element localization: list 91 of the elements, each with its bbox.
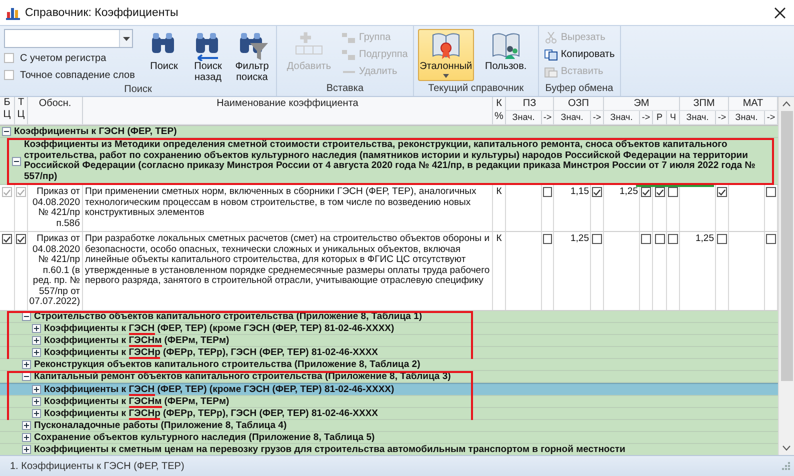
- expand-icon[interactable]: [22, 444, 31, 454]
- column-header[interactable]: ->: [591, 111, 604, 125]
- expand-icon[interactable]: [22, 432, 31, 442]
- collapse-icon[interactable]: [12, 156, 21, 166]
- column-group-header: ЭМ: [604, 97, 680, 111]
- column-group-header: ЗПМ: [680, 97, 729, 111]
- column-header[interactable]: Знач.: [604, 111, 640, 125]
- expand-icon[interactable]: [32, 348, 41, 356]
- app-icon: [6, 6, 20, 20]
- table-cell: К: [496, 233, 502, 244]
- dropdown-icon[interactable]: [122, 36, 130, 40]
- collapse-icon[interactable]: [22, 312, 31, 320]
- table-cell: Приказ от 04.08.2020 № 421/пр п.60.1 (в ред. пр. № 557/пр от 07.07.2022): [29, 233, 80, 307]
- checkbox[interactable]: [543, 234, 552, 244]
- tree-row[interactable]: Коэффициенты к сметным ценам на перевозку грузов для строительства автомобильным транспортом в горной местности: [0, 444, 778, 455]
- checkbox[interactable]: [668, 234, 678, 244]
- scroll-down-icon[interactable]: [782, 445, 791, 451]
- checkbox[interactable]: [654, 234, 664, 244]
- tree-row[interactable]: Коэффициенты из Методики определения сметной стоимости строительства, реконструкции, капитального ремонта, сноса объектов капитального строительства, работ по сохранению объектов культурного наследия (памятников истории и культуры) народов Российской Федерации на территории Российской Федерации (согласно приказу Минстроя России от 4 августа 2020 года № 421/пр, в редакции приказа Минстроя России от 7 июля 2022 года № 557/пр): [0, 138, 778, 185]
- column-header[interactable]: К %: [493, 97, 506, 125]
- checkbox[interactable]: [641, 234, 651, 244]
- checkbox[interactable]: [766, 234, 776, 244]
- group-label: Поиск: [123, 84, 153, 96]
- tree-row[interactable]: Коэффициенты к ГЭСН (ФЕР, ТЕР): [0, 126, 778, 138]
- tree-row[interactable]: Коэффициенты к ГЭСНм (ФЕРм, ТЕРм): [0, 396, 778, 408]
- collapse-icon[interactable]: [2, 127, 11, 136]
- status-text: 1. Коэффициенты к ГЭСН (ФЕР, ТЕР): [10, 460, 184, 472]
- column-header[interactable]: Б Ц: [0, 97, 15, 125]
- table-cell: 1,25: [570, 233, 589, 244]
- close-icon[interactable]: [774, 6, 786, 18]
- column-header[interactable]: Обосн.: [28, 97, 83, 125]
- column-header[interactable]: ->: [716, 111, 729, 125]
- reference-book-button[interactable]: Эталонный: [418, 29, 474, 81]
- expand-icon[interactable]: [22, 420, 31, 430]
- collapse-icon[interactable]: [22, 372, 31, 380]
- tree-row[interactable]: Пусконаладочные работы (Приложение 8, Таблица 4): [0, 420, 778, 432]
- expand-icon[interactable]: [32, 336, 41, 344]
- window-title: Справочник: Коэффициенты: [25, 6, 178, 18]
- column-group-header: ОЗП: [554, 97, 604, 111]
- group-label: Текущий справочник: [427, 83, 525, 96]
- copy-icon[interactable]: [544, 48, 558, 60]
- expand-icon[interactable]: [32, 384, 41, 394]
- option-checkbox[interactable]: Точное совпадение слов: [4, 68, 140, 82]
- option-checkbox[interactable]: С учетом регистра: [4, 51, 140, 65]
- table-cell: К: [496, 186, 502, 197]
- column-group-header: ПЗ: [506, 97, 554, 111]
- column-header[interactable]: Знач.: [506, 111, 542, 125]
- checkbox[interactable]: [592, 234, 602, 244]
- column-header[interactable]: Р: [653, 111, 667, 125]
- book-ribbon-icon[interactable]: [430, 31, 462, 61]
- checkbox[interactable]: [16, 234, 26, 244]
- column-header[interactable]: Наименование коэффициента: [83, 97, 493, 125]
- tree-row[interactable]: Коэффициенты к ГЭСНр (ФЕРр, ТЕРр), ГЭСН (ФЕР, ТЕР) 81-02-46-XXXX: [0, 408, 778, 420]
- column-header[interactable]: Т Ц: [15, 97, 28, 125]
- tree-row[interactable]: Коэффициенты к ГЭСН (ФЕР, ТЕР) (кроме ГЭСН (ФЕР, ТЕР) 81-02-46-XXXX): [0, 382, 778, 396]
- column-header[interactable]: ->: [640, 111, 653, 125]
- column-header[interactable]: Знач.: [680, 111, 716, 125]
- table-cell: 1,25: [696, 233, 714, 244]
- column-header[interactable]: Знач.: [729, 111, 765, 125]
- table-cell: Приказ от 04.08.2020 № 421/пр п.58б: [32, 186, 80, 228]
- group-label: Вставка: [325, 83, 365, 96]
- column-header[interactable]: ->: [542, 111, 554, 125]
- tree-row[interactable]: Коэффициенты к ГЭСН (ФЕР, ТЕР) (кроме ГЭСН (ФЕР, ТЕР) 81-02-46-XXXX): [0, 322, 778, 334]
- user-book-button[interactable]: Пользов.: [478, 29, 534, 81]
- tree-row[interactable]: Коэффициенты к ГЭСНм (ФЕРм, ТЕРм): [0, 334, 778, 346]
- caret-icon[interactable]: [442, 74, 449, 78]
- expand-icon[interactable]: [32, 396, 41, 406]
- resize-grip-icon[interactable]: [782, 462, 790, 470]
- table-cell: При применении сметных норм, включенных в сборники ГЭСН (ФЕР, ТЕР), аналогичных технологическим процессам в новом строительстве, в том числе по возведению новых конструктивных элементов: [85, 186, 476, 218]
- table-cell: 1,25: [620, 186, 638, 197]
- checkbox[interactable]: [2, 234, 12, 244]
- scrollbar-thumb[interactable]: [780, 111, 792, 381]
- tree-row[interactable]: Реконструкция объектов капитального строительства (Приложение 8, Таблица 2): [0, 358, 778, 370]
- expand-icon[interactable]: [22, 360, 31, 368]
- tree-row[interactable]: Коэффициенты к ГЭСНр (ФЕРр, ТЕРр), ГЭСН (ФЕР, ТЕР) 81-02-46-XXXX: [0, 346, 778, 358]
- expand-icon[interactable]: [32, 324, 41, 332]
- scroll-up-icon[interactable]: [782, 101, 791, 107]
- table-cell: 1,15: [570, 186, 589, 197]
- column-header[interactable]: Ч: [667, 111, 680, 125]
- checkbox[interactable]: [717, 234, 727, 244]
- expand-icon[interactable]: [32, 408, 41, 418]
- search-button[interactable]: Поиск: [144, 29, 184, 73]
- column-header[interactable]: Знач.: [554, 111, 591, 125]
- search-filter-button[interactable]: Фильтр поиска: [232, 29, 272, 84]
- scrollbar[interactable]: [778, 97, 794, 455]
- group-label: Буфер обмена: [544, 83, 614, 96]
- table-cell: При разработке локальных сметных расчетов (смет) на строительство объектов обороны и безопасности, особо опасных, технически сложных и уникальных объектов, включая линейные объекты капитального строительства, для которых в ФГИС ЦС отсутствуют утвержденные в установленном порядке среднемесячные размеры оплаты труда рабочего первого разряда, занятого в строительной отрасли, учитывающие отраслевую специфику: [85, 233, 490, 286]
- tree-row[interactable]: Сохранение объектов культурного наследия (Приложение 8, Таблица 5): [0, 432, 778, 444]
- search-back-button[interactable]: Поиск назад: [188, 29, 228, 84]
- book-people-icon[interactable]: [490, 31, 522, 61]
- copy-button[interactable]: Копировать: [542, 47, 616, 62]
